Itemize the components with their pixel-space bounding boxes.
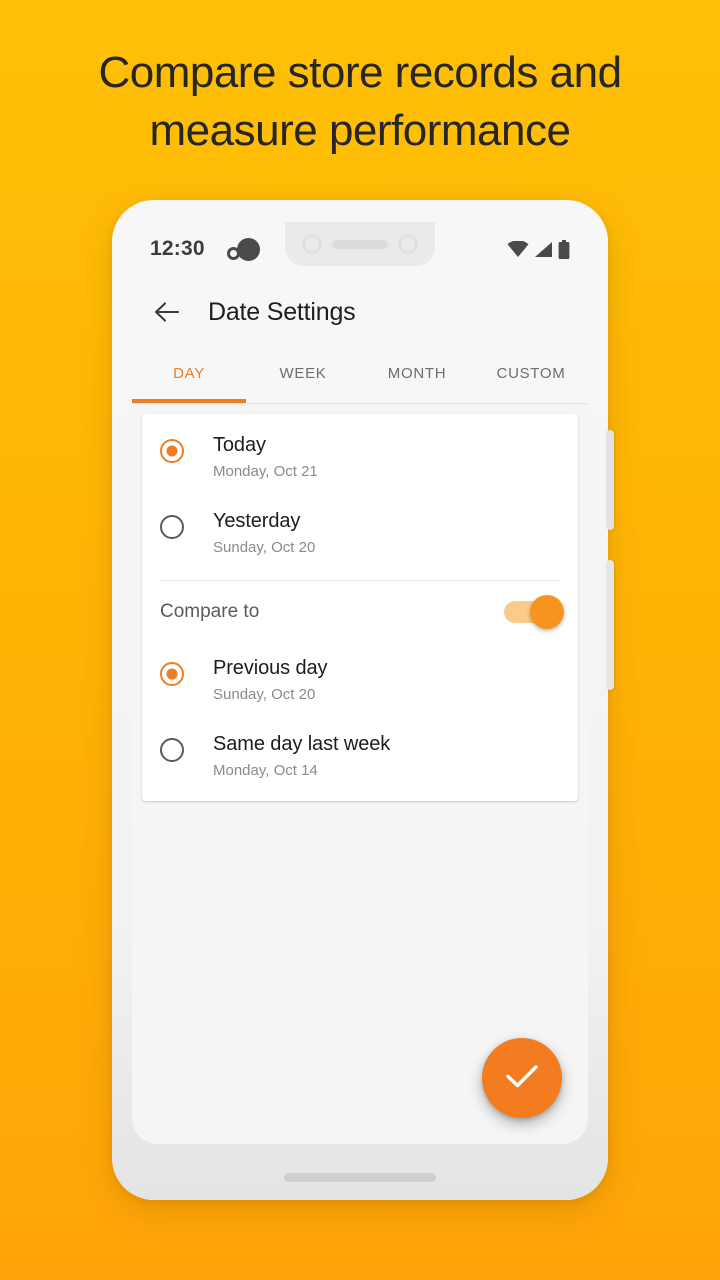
cellular-signal-icon [534,241,553,258]
option-today-subtitle: Monday, Oct 21 [213,463,318,480]
option-today[interactable]: Today Monday, Oct 21 [142,418,578,494]
camera-lens-secondary-icon [398,234,418,254]
back-arrow-icon[interactable] [152,297,182,327]
date-settings-card: Today Monday, Oct 21 Yesterday Sunday, O… [142,414,578,801]
status-bar-icons [507,239,570,259]
option-yesterday-title: Yesterday [213,510,301,532]
compare-to-toggle[interactable] [504,595,564,629]
headline-line-1: Compare store records and [98,48,622,97]
tab-week[interactable]: WEEK [246,348,360,403]
compare-to-label: Compare to [160,601,260,622]
option-today-title: Today [213,434,266,456]
option-same-day-last-week[interactable]: Same day last week Monday, Oct 14 [142,717,578,793]
tab-bar: DAY WEEK MONTH CUSTOM [132,348,588,404]
tab-day[interactable]: DAY [132,348,246,403]
home-indicator[interactable] [284,1173,436,1182]
option-same-day-last-week-subtitle: Monday, Oct 14 [213,762,318,779]
compare-to-row[interactable]: Compare to [142,581,578,641]
radio-previous-day[interactable] [160,662,184,686]
headline-line-2: measure performance [149,106,571,155]
notification-dots-icon [226,237,260,261]
tab-custom[interactable]: CUSTOM [474,348,588,403]
status-bar-time: 12:30 [150,237,205,260]
phone-mockup: 12:30 Date Settings DAY WEEK MONTH CUSTO… [112,200,614,1200]
wifi-icon [507,241,529,257]
battery-full-icon [558,239,570,259]
option-same-day-last-week-title: Same day last week [213,733,391,755]
toggle-thumb [530,595,564,629]
option-yesterday-subtitle: Sunday, Oct 20 [213,539,316,556]
volume-button[interactable] [606,560,614,690]
option-yesterday[interactable]: Yesterday Sunday, Oct 20 [142,494,578,570]
check-icon [505,1063,539,1094]
radio-yesterday[interactable] [160,515,184,539]
phone-screen: 12:30 Date Settings DAY WEEK MONTH CUSTO… [132,222,588,1144]
option-previous-day-title: Previous day [213,657,328,679]
confirm-fab[interactable] [482,1038,562,1118]
page-title: Date Settings [208,297,356,326]
status-bar: 12:30 [132,222,588,276]
option-previous-day-subtitle: Sunday, Oct 20 [213,686,316,703]
camera-lens-icon [302,234,322,254]
page-headline: Compare store records and measure perfor… [0,44,720,160]
content-area: Today Monday, Oct 21 Yesterday Sunday, O… [132,404,588,1144]
radio-today[interactable] [160,439,184,463]
app-bar: Date Settings [132,276,588,348]
radio-same-day-last-week[interactable] [160,738,184,762]
option-previous-day[interactable]: Previous day Sunday, Oct 20 [142,641,578,717]
power-button[interactable] [606,430,614,530]
camera-cutout [285,222,435,266]
earpiece-speaker [332,239,388,249]
tab-month[interactable]: MONTH [360,348,474,403]
